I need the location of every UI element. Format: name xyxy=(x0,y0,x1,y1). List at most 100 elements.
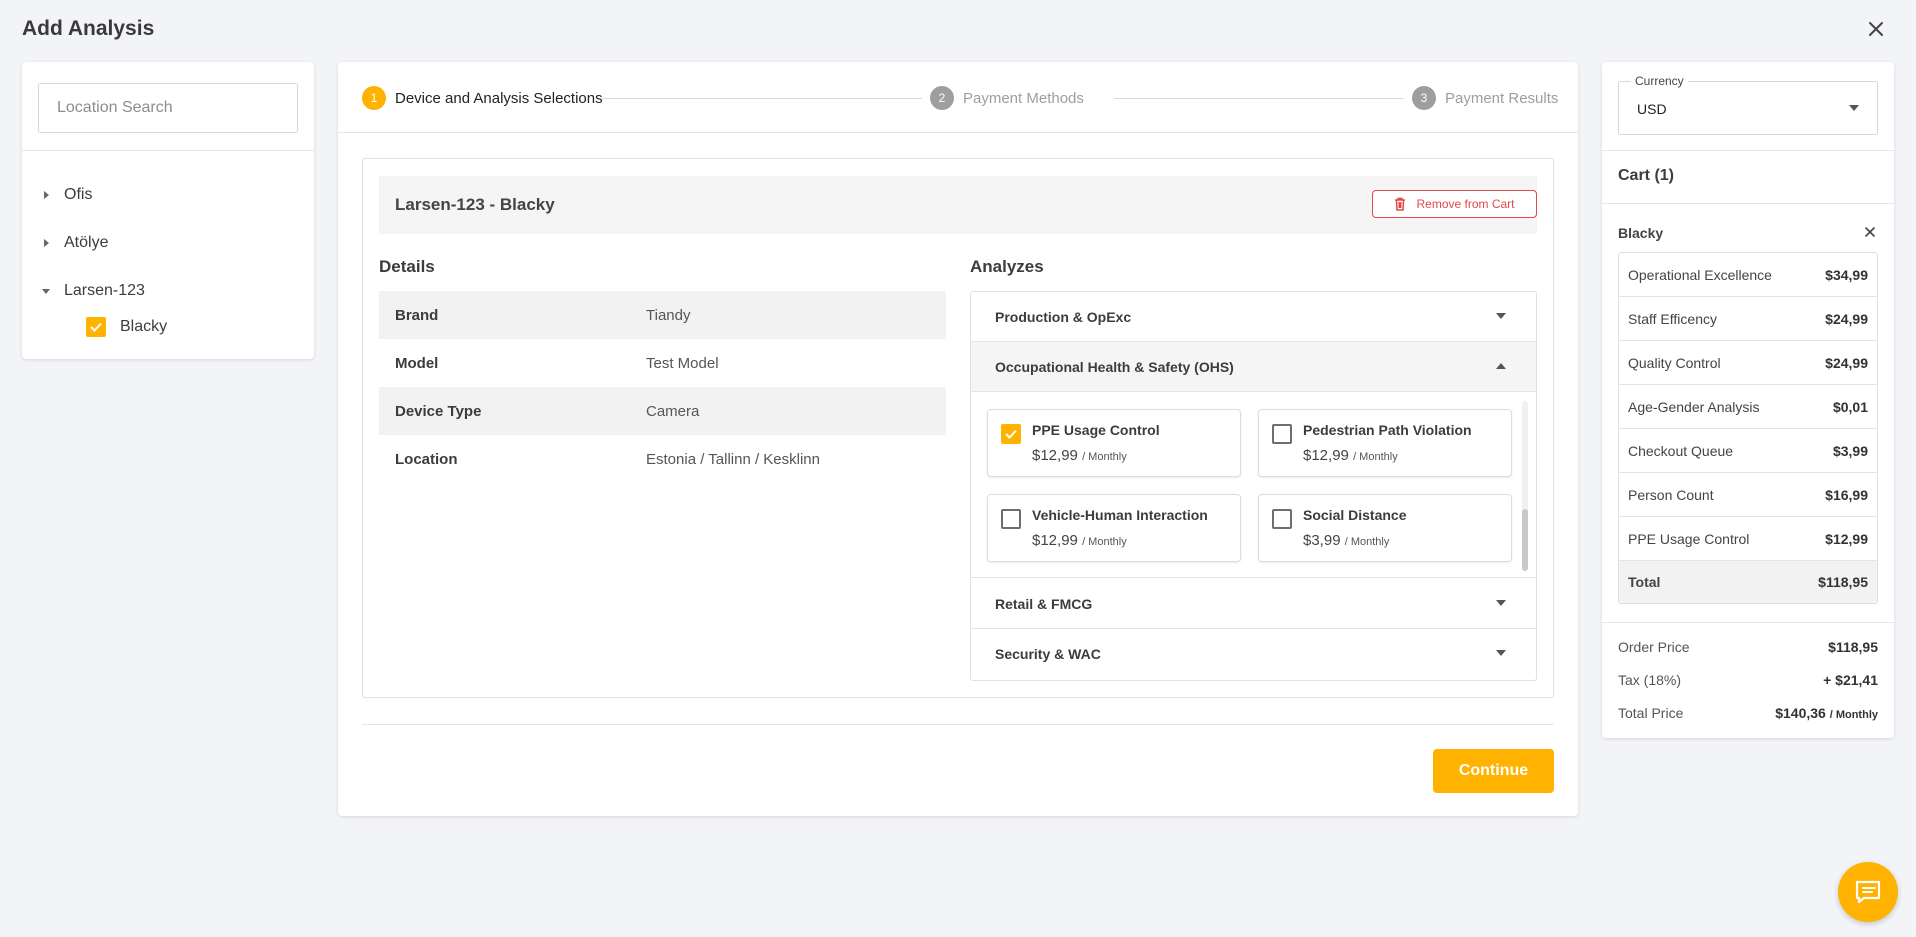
chat-icon xyxy=(1855,880,1881,904)
detail-key: Device Type xyxy=(395,402,482,420)
option-name: Social Distance xyxy=(1303,507,1407,523)
cart-item-name: Operational Excellence xyxy=(1628,266,1772,283)
total-price-period: / Monthly xyxy=(1829,709,1878,721)
remove-device-button[interactable] xyxy=(1862,224,1878,240)
details-title: Details xyxy=(379,257,435,276)
option-name: PPE Usage Control xyxy=(1032,422,1160,438)
price-value: $12,99 xyxy=(1303,447,1349,464)
tree-item-ofis[interactable]: Ofis xyxy=(36,183,92,207)
step-device-selection[interactable]: 1 Device and Analysis Selections xyxy=(362,86,603,110)
caret-down-icon[interactable] xyxy=(36,281,56,301)
cart-total-value: $118,95 xyxy=(1818,574,1868,590)
step-payment-results[interactable]: 3 Payment Results xyxy=(1412,86,1558,110)
cart-item-price: $12,99 xyxy=(1825,530,1868,547)
option-pedestrian-path-violation[interactable]: Pedestrian Path Violation $12,99 / Month… xyxy=(1258,409,1512,477)
analyzes-accordion: Production & OpExc Occupational Health &… xyxy=(970,291,1537,681)
order-price-label: Order Price xyxy=(1618,639,1690,655)
price-value: $3,99 xyxy=(1303,532,1341,549)
accordion-label: Retail & FMCG xyxy=(995,595,1093,612)
divider xyxy=(1602,622,1894,623)
device-title: Larsen-123 - Blacky xyxy=(395,195,555,214)
accordion-label: Occupational Health & Safety (OHS) xyxy=(995,358,1234,375)
page-title: Add Analysis xyxy=(22,17,155,40)
accordion-security-wac[interactable]: Security & WAC xyxy=(971,629,1536,679)
tree-item-label: Atölye xyxy=(64,234,109,251)
cart-total-label: Total xyxy=(1628,574,1661,590)
option-checkbox[interactable] xyxy=(1001,424,1021,444)
step-number: 3 xyxy=(1412,86,1436,110)
details-table: Brand Tiandy Model Test Model Device Type C… xyxy=(379,291,946,483)
price-period: / Monthly xyxy=(1082,451,1127,463)
tax-row: Tax (18%) + $21,41 xyxy=(1618,672,1878,688)
step-payment-methods[interactable]: 2 Payment Methods xyxy=(930,86,1084,110)
cart-item: Checkout Queue $3,99 xyxy=(1619,429,1877,473)
location-panel: Ofis Atölye Larsen-123 Blacky xyxy=(22,62,314,359)
option-ppe-usage-control[interactable]: PPE Usage Control $12,99 / Monthly xyxy=(987,409,1241,477)
divider xyxy=(362,724,1554,725)
divider xyxy=(338,132,1578,133)
device-card: Larsen-123 - Blacky Remove from Cart Det… xyxy=(362,158,1554,698)
tree-item-atolye[interactable]: Atölye xyxy=(36,231,108,255)
currency-value: USD xyxy=(1637,101,1667,117)
cart-item-price: $16,99 xyxy=(1825,486,1868,503)
ohs-options: PPE Usage Control $12,99 / Monthly Pedes… xyxy=(971,393,1536,578)
currency-select[interactable]: Currency USD xyxy=(1618,74,1878,135)
step-label: Payment Results xyxy=(1445,89,1559,107)
option-checkbox[interactable] xyxy=(1272,424,1292,444)
option-price: $3,99 / Monthly xyxy=(1303,532,1389,549)
chat-button[interactable] xyxy=(1838,862,1898,922)
tax-label: Tax (18%) xyxy=(1618,672,1682,688)
cart-item-name: Age-Gender Analysis xyxy=(1628,398,1760,415)
tree-item-label: Blacky xyxy=(120,318,168,335)
step-label: Device and Analysis Selections xyxy=(395,89,603,107)
remove-from-cart-button[interactable]: Remove from Cart xyxy=(1372,190,1537,218)
cart-item: Quality Control $24,99 xyxy=(1619,341,1877,385)
cart-panel: Currency USD Cart (1) Blacky Operational… xyxy=(1602,62,1894,738)
option-vehicle-human-interaction[interactable]: Vehicle-Human Interaction $12,99 / Month… xyxy=(987,494,1241,562)
device-header: Larsen-123 - Blacky Remove from Cart xyxy=(379,176,1537,234)
cart-item: Operational Excellence $34,99 xyxy=(1619,253,1877,297)
option-price: $12,99 / Monthly xyxy=(1032,532,1127,549)
cart-item-price: $34,99 xyxy=(1825,266,1868,283)
detail-value: Estonia / Tallinn / Kesklinn xyxy=(646,450,820,468)
option-checkbox[interactable] xyxy=(1272,509,1292,529)
cart-item: Age-Gender Analysis $0,01 xyxy=(1619,385,1877,429)
step-connector xyxy=(1114,98,1404,99)
tax-value: + $21,41 xyxy=(1823,672,1878,688)
accordion-retail-fmcg[interactable]: Retail & FMCG xyxy=(971,579,1536,629)
close-button[interactable] xyxy=(1864,17,1888,41)
accordion-production-opexc[interactable]: Production & OpExc xyxy=(971,292,1536,342)
tree-item-blacky[interactable]: Blacky xyxy=(86,315,167,339)
cart-item-name: PPE Usage Control xyxy=(1628,530,1750,547)
cart-total-row: Total $118,95 xyxy=(1619,561,1877,603)
chevron-up-icon xyxy=(1496,363,1506,369)
trash-icon xyxy=(1395,197,1406,211)
location-search-input[interactable] xyxy=(39,84,297,132)
option-social-distance[interactable]: Social Distance $3,99 / Monthly xyxy=(1258,494,1512,562)
accordion-ohs[interactable]: Occupational Health & Safety (OHS) xyxy=(971,342,1536,392)
check-icon xyxy=(90,322,102,332)
remove-label: Remove from Cart xyxy=(1416,197,1515,211)
blacky-checkbox[interactable] xyxy=(86,317,106,337)
detail-row: Model Test Model xyxy=(379,339,946,387)
scrollbar-thumb[interactable] xyxy=(1522,509,1528,571)
step-number: 2 xyxy=(930,86,954,110)
cart-item-name: Staff Efficency xyxy=(1628,310,1717,327)
chevron-down-icon xyxy=(1496,650,1506,656)
detail-row: Device Type Camera xyxy=(379,387,946,435)
detail-key: Model xyxy=(395,354,439,372)
continue-button[interactable]: Continue xyxy=(1433,749,1554,793)
check-icon xyxy=(1005,429,1017,439)
order-price-value: $118,95 xyxy=(1828,639,1878,655)
option-name: Vehicle-Human Interaction xyxy=(1032,507,1208,523)
detail-value: Test Model xyxy=(646,354,719,372)
divider xyxy=(1602,150,1894,151)
caret-right-icon[interactable] xyxy=(36,185,56,205)
close-icon xyxy=(1869,22,1883,36)
tree-item-larsen-123[interactable]: Larsen-123 xyxy=(36,279,145,303)
caret-right-icon[interactable] xyxy=(36,233,56,253)
step-number: 1 xyxy=(362,86,386,110)
location-search-box[interactable] xyxy=(38,83,298,133)
option-checkbox[interactable] xyxy=(1001,509,1021,529)
cart-item-name: Checkout Queue xyxy=(1628,442,1734,459)
